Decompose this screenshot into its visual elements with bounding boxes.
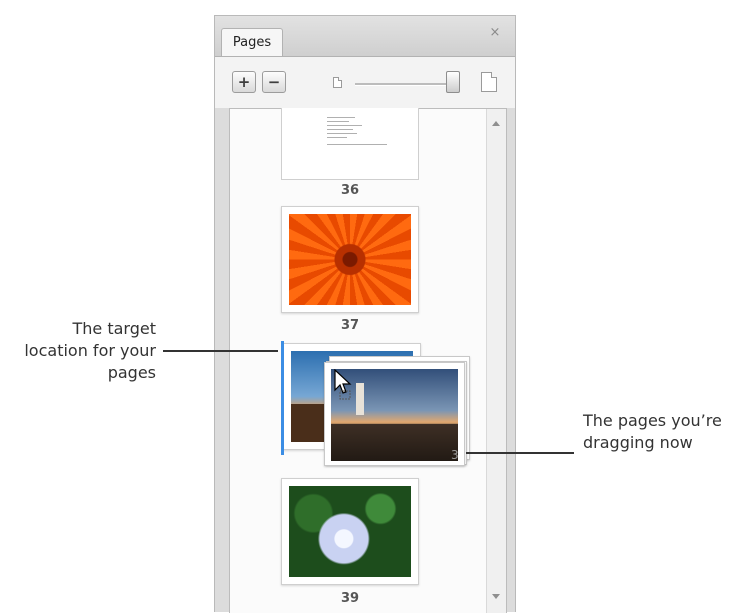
drop-indicator: [281, 341, 284, 455]
plus-icon: +: [237, 73, 251, 91]
callout-line-2: location for your: [24, 341, 156, 360]
large-page-icon: [481, 72, 497, 92]
cursor-arrow-icon: [334, 369, 352, 400]
callout-dragging-pages: The pages you’re dragging now: [583, 410, 722, 454]
vertical-scrollbar[interactable]: [486, 109, 506, 613]
close-icon: ×: [489, 25, 501, 40]
close-button[interactable]: ×: [487, 25, 503, 41]
hydrangea-image: [289, 486, 411, 577]
callout-line-3: pages: [107, 363, 156, 382]
callout-line-1: The target: [72, 319, 157, 338]
callout-target-location: The target location for your pages: [24, 318, 156, 384]
panel-toolbar: + −: [215, 56, 515, 108]
scroll-down-arrow-icon[interactable]: [492, 594, 500, 599]
minus-icon: −: [267, 73, 281, 91]
scroll-up-arrow-icon[interactable]: [492, 121, 500, 126]
add-page-button[interactable]: +: [232, 71, 256, 93]
panel-titlebar: Pages ×: [215, 16, 515, 57]
zoom-slider-thumb[interactable]: [446, 71, 460, 93]
page-number: 39: [340, 591, 360, 606]
small-page-icon: [333, 77, 342, 88]
page-number: 37: [340, 318, 360, 333]
page-thumbnail[interactable]: [281, 206, 419, 313]
callout-pointer-left: [163, 350, 278, 352]
tab-pages[interactable]: Pages: [221, 28, 283, 57]
orange-flower-image: [289, 214, 411, 305]
drag-count-badge: 3: [451, 448, 459, 462]
callout-pointer-right: [466, 452, 574, 454]
callout-line-1: The pages you’re: [583, 411, 722, 430]
page-number: 36: [340, 183, 360, 198]
page-thumbnail[interactable]: [281, 478, 419, 585]
callout-line-2: dragging now: [583, 433, 693, 452]
zoom-slider-track[interactable]: [355, 83, 451, 86]
remove-page-button[interactable]: −: [262, 71, 286, 93]
